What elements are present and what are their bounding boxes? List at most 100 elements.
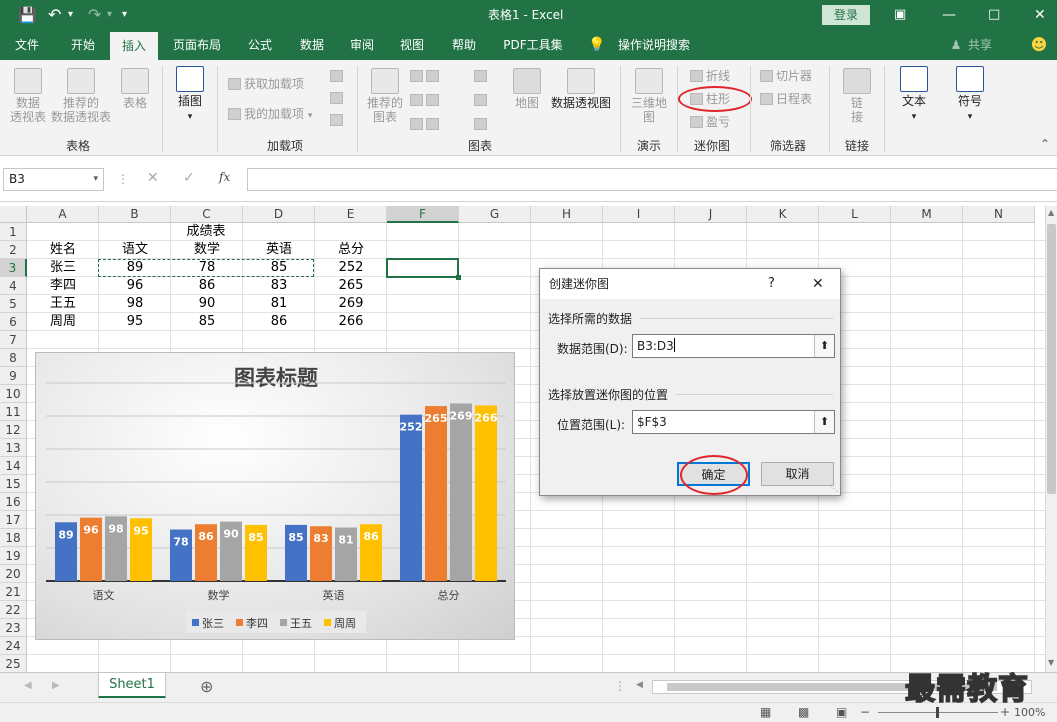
header-cell[interactable]: 总分: [315, 241, 387, 259]
data-range-input[interactable]: B3:D3 ⬆: [632, 334, 835, 358]
table-cell[interactable]: 张三: [27, 259, 99, 277]
formula-input[interactable]: [247, 168, 1057, 191]
row-header-15[interactable]: 15: [0, 475, 27, 493]
row-header-25[interactable]: 25: [0, 655, 27, 672]
check-icon[interactable]: ✓: [183, 170, 195, 186]
active-cell[interactable]: [386, 258, 459, 278]
table-cell[interactable]: 85: [171, 313, 243, 331]
redo-icon[interactable]: ↷: [88, 0, 101, 30]
prev-sheet-icon[interactable]: ◀: [24, 680, 32, 691]
row-header-13[interactable]: 13: [0, 439, 27, 457]
tab-home[interactable]: 开始: [60, 30, 106, 60]
close-icon[interactable]: ✕: [1034, 0, 1046, 30]
row-header-2[interactable]: 2: [0, 241, 27, 259]
dialog-close-icon[interactable]: ✕: [812, 269, 824, 299]
column-header-n[interactable]: N: [963, 206, 1035, 223]
table-cell[interactable]: 86: [243, 313, 315, 331]
people-graph-icon[interactable]: [330, 90, 346, 106]
page-layout-view-icon[interactable]: ▩: [798, 705, 809, 719]
row-header-8[interactable]: 8: [0, 349, 27, 367]
page-break-view-icon[interactable]: ▣: [836, 705, 847, 719]
row-header-10[interactable]: 10: [0, 385, 27, 403]
add-sheet-icon[interactable]: ⊕: [200, 677, 213, 696]
table-cell[interactable]: 83: [243, 277, 315, 295]
row-header-12[interactable]: 12: [0, 421, 27, 439]
row-header-17[interactable]: 17: [0, 511, 27, 529]
column-header-b[interactable]: B: [99, 206, 171, 223]
column-header-k[interactable]: K: [747, 206, 819, 223]
row-header-11[interactable]: 11: [0, 403, 27, 421]
table-button[interactable]: 表格: [115, 68, 155, 110]
next-sheet-icon[interactable]: ▶: [52, 680, 60, 691]
table-cell[interactable]: 95: [99, 313, 171, 331]
tab-help[interactable]: 帮助: [442, 30, 486, 60]
zoom-out-icon[interactable]: −: [860, 705, 870, 719]
pie-chart-icon[interactable]: [410, 116, 442, 132]
link-button[interactable]: 链 接: [836, 68, 878, 124]
scatter-chart-icon[interactable]: [474, 116, 490, 132]
stat-chart-icon[interactable]: [474, 92, 490, 108]
row-header-14[interactable]: 14: [0, 457, 27, 475]
undo-dropdown-icon[interactable]: ▾: [68, 0, 73, 30]
get-addins-button[interactable]: 获取加载项: [228, 76, 304, 92]
table-cell[interactable]: 周周: [27, 313, 99, 331]
row-header-16[interactable]: 16: [0, 493, 27, 511]
my-addins-button[interactable]: 我的加载项 ▾: [228, 106, 312, 124]
minimize-icon[interactable]: —: [942, 0, 956, 30]
collapse-dialog-icon[interactable]: ⬆: [814, 335, 834, 357]
column-header-h[interactable]: H: [531, 206, 603, 223]
illustrations-button[interactable]: 插图 ▾: [170, 66, 210, 124]
column-header-m[interactable]: M: [891, 206, 963, 223]
zoom-slider-thumb[interactable]: [936, 707, 939, 718]
smiley-icon[interactable]: ☻: [1028, 30, 1050, 60]
table-cell[interactable]: 269: [315, 295, 387, 313]
row-header-9[interactable]: 9: [0, 367, 27, 385]
tab-formulas[interactable]: 公式: [238, 30, 282, 60]
sparkline-winloss-button[interactable]: 盈亏: [690, 114, 730, 130]
table-cell[interactable]: 265: [315, 277, 387, 295]
table-cell[interactable]: 266: [315, 313, 387, 331]
table-cell[interactable]: 王五: [27, 295, 99, 313]
row-header-1[interactable]: 1: [0, 223, 27, 241]
map-chart-button[interactable]: 地图: [510, 68, 544, 110]
row-header-5[interactable]: 5: [0, 295, 27, 313]
share-button[interactable]: 共享: [964, 30, 996, 60]
row-header-21[interactable]: 21: [0, 583, 27, 601]
row-header-24[interactable]: 24: [0, 637, 27, 655]
slicer-button[interactable]: 切片器: [760, 68, 812, 84]
tab-view[interactable]: 视图: [390, 30, 434, 60]
row-header-23[interactable]: 23: [0, 619, 27, 637]
row-header-18[interactable]: 18: [0, 529, 27, 547]
3d-map-button[interactable]: 三维地 图: [628, 68, 670, 124]
table-cell[interactable]: 86: [171, 277, 243, 295]
row-header-7[interactable]: 7: [0, 331, 27, 349]
tab-pdf-tools[interactable]: PDF工具集: [496, 30, 570, 60]
header-cell[interactable]: 语文: [99, 241, 171, 259]
location-range-input[interactable]: $F$3 ⬆: [632, 410, 835, 434]
row-header-22[interactable]: 22: [0, 601, 27, 619]
table-cell[interactable]: 96: [99, 277, 171, 295]
table-title[interactable]: 成绩表: [170, 223, 242, 241]
table-cell[interactable]: 90: [171, 295, 243, 313]
normal-view-icon[interactable]: ▦: [760, 705, 771, 719]
scroll-down-icon[interactable]: ▼: [1048, 658, 1056, 672]
dialog-help-button[interactable]: ?: [768, 269, 775, 299]
ribbon-display-icon[interactable]: ▣: [894, 0, 906, 30]
fill-handle[interactable]: [456, 275, 461, 280]
column-header-f[interactable]: F: [387, 206, 459, 223]
table-cell[interactable]: 98: [99, 295, 171, 313]
tab-split-icon[interactable]: ⋮: [614, 679, 626, 693]
resize-grip-icon[interactable]: ⋱: [830, 484, 838, 493]
name-box[interactable]: B3 ▾: [3, 168, 104, 191]
tab-file[interactable]: 文件: [6, 30, 48, 60]
scroll-up-icon[interactable]: ▲: [1048, 208, 1056, 222]
tab-insert[interactable]: 插入: [110, 32, 158, 60]
column-header-i[interactable]: I: [603, 206, 675, 223]
header-cell[interactable]: 姓名: [27, 241, 99, 259]
hierarchy-chart-icon[interactable]: [474, 68, 490, 84]
collapse-dialog-icon[interactable]: ⬆: [814, 411, 834, 433]
row-header-19[interactable]: 19: [0, 547, 27, 565]
column-chart-icon[interactable]: [410, 68, 442, 84]
row-header-6[interactable]: 6: [0, 313, 27, 331]
maximize-icon[interactable]: □: [988, 0, 1000, 30]
